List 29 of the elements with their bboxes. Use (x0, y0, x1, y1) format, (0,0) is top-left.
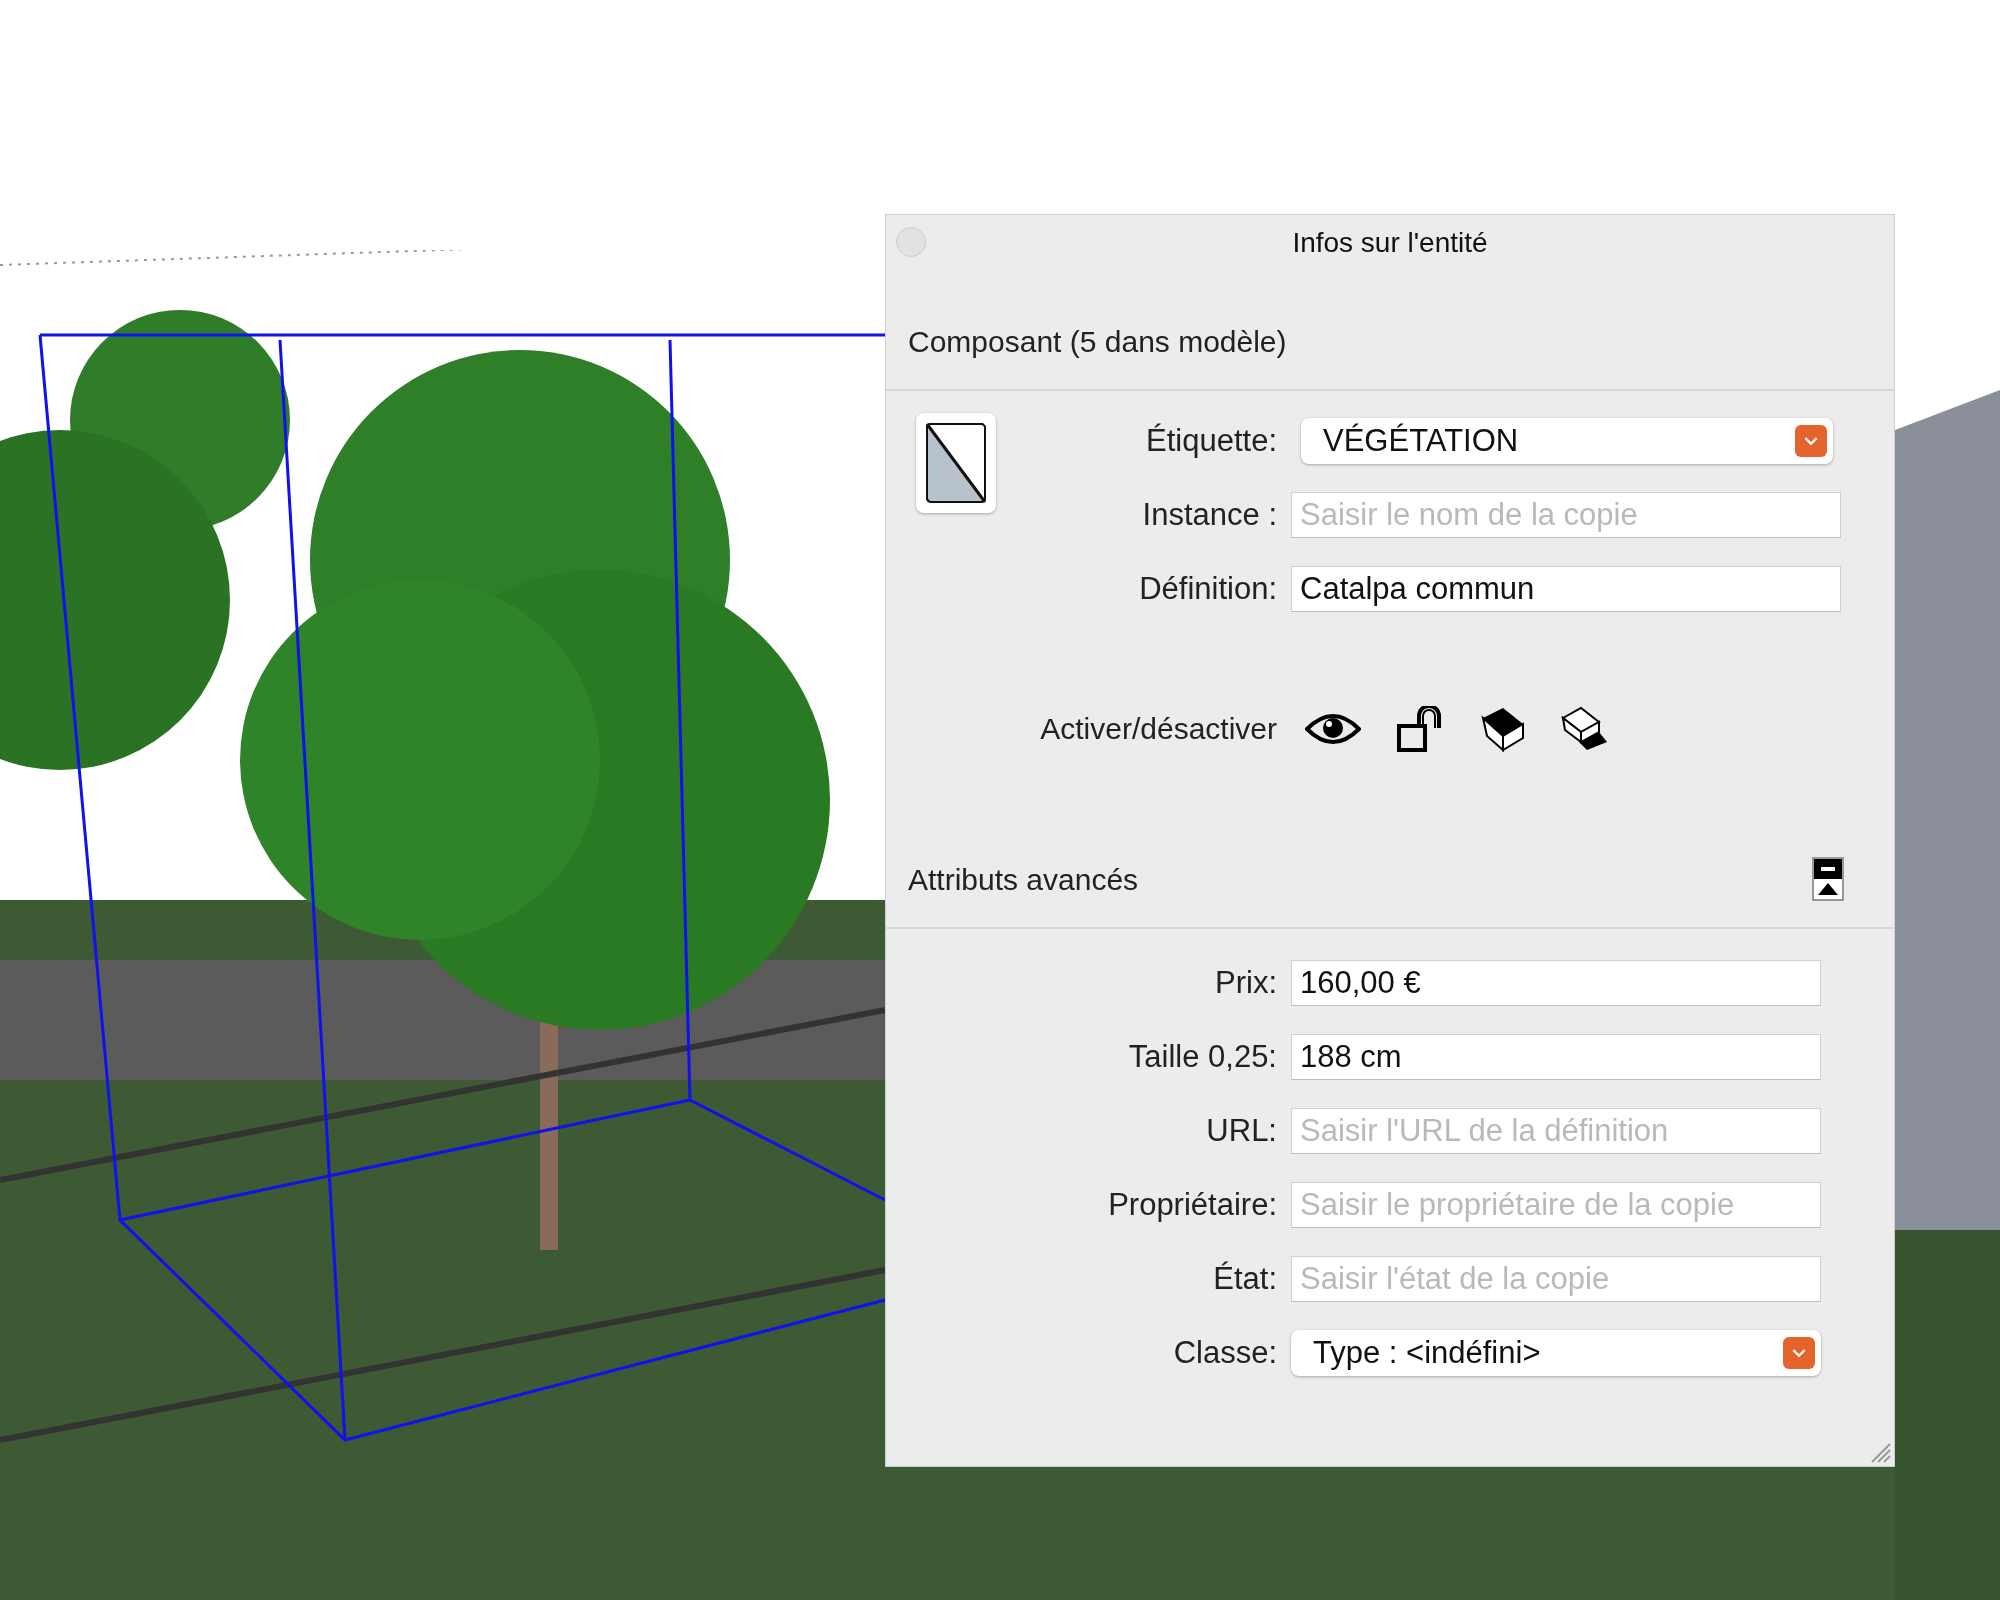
text-field[interactable]: Saisir l'URL de la définition (1291, 1108, 1821, 1154)
text-field[interactable]: Saisir le nom de la copie (1291, 492, 1841, 538)
dropdown[interactable]: VÉGÉTATION (1301, 418, 1833, 464)
text-field[interactable]: 160,00 € (1291, 960, 1821, 1006)
shaded-cube-icon[interactable] (1481, 706, 1525, 752)
field-label: Instance : (1141, 497, 1278, 533)
eye-icon[interactable] (1305, 711, 1361, 747)
field-label: Définition: (1138, 571, 1278, 607)
collapse-icon[interactable] (1812, 857, 1844, 901)
text-field[interactable]: 188 cm (1291, 1034, 1821, 1080)
field-label: URL: (1205, 1113, 1278, 1149)
dropdown[interactable]: Type : <indéfini> (1291, 1330, 1821, 1376)
section-title: Composant (5 dans modèle) (908, 325, 1287, 359)
field-label: Étiquette: (1145, 423, 1278, 459)
field-label: Propriétaire: (1107, 1187, 1278, 1223)
field-label: Taille 0,25: (1127, 1039, 1278, 1075)
section-title: Attributs avancés (908, 863, 1139, 897)
chevron-icon (1783, 1337, 1815, 1369)
component-thumbnail-icon (916, 413, 996, 513)
text-field[interactable]: Catalpa commun (1291, 566, 1841, 612)
text-field[interactable]: Saisir le propriétaire de la copie (1291, 1182, 1821, 1228)
field-label: Classe: (1172, 1335, 1278, 1371)
field-label: État: (1212, 1261, 1278, 1297)
text-field[interactable]: Saisir l'état de la copie (1291, 1256, 1821, 1302)
window-title: Infos sur l'entité (1292, 227, 1488, 259)
cube-shadow-icon[interactable] (1561, 706, 1609, 752)
field-label: Prix: (1214, 965, 1278, 1001)
chevron-icon (1795, 425, 1827, 457)
toggle-label: Activer/désactiver (1039, 712, 1278, 746)
